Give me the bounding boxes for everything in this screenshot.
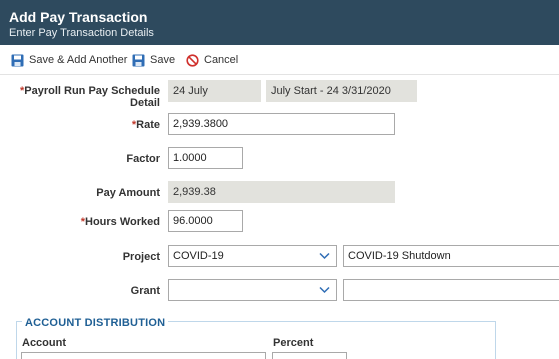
- percent-column-header: Percent: [273, 337, 314, 349]
- project-select[interactable]: COVID-19: [168, 245, 337, 267]
- grant-description-field[interactable]: [343, 279, 559, 301]
- factor-label: Factor: [126, 153, 160, 165]
- factor-input[interactable]: 1.0000: [168, 147, 243, 169]
- save-add-icon: [11, 54, 24, 66]
- save-icon: [132, 54, 145, 66]
- account-input[interactable]: [21, 352, 266, 359]
- project-label: Project: [122, 251, 160, 263]
- rate-label: *Rate: [131, 119, 160, 131]
- chevron-down-icon: [319, 286, 330, 294]
- toolbar: Save & Add Another Save Cancel: [0, 45, 559, 75]
- dialog-subtitle: Enter Pay Transaction Details: [9, 27, 154, 39]
- pay-amount-field: 2,939.38: [168, 181, 395, 203]
- cancel-icon: [186, 53, 199, 67]
- save-label: Save: [150, 54, 176, 66]
- rate-input[interactable]: 2,939.3800: [168, 113, 395, 135]
- percent-input[interactable]: [272, 352, 347, 359]
- hours-worked-input[interactable]: 96.0000: [168, 210, 243, 232]
- account-column-header: Account: [22, 337, 66, 349]
- grant-label: Grant: [130, 285, 160, 297]
- save-button[interactable]: Save: [132, 52, 175, 68]
- cancel-label: Cancel: [204, 54, 239, 66]
- cancel-button[interactable]: Cancel: [186, 52, 238, 68]
- chevron-down-icon: [319, 252, 330, 260]
- project-select-value: COVID-19: [173, 250, 224, 262]
- grant-select[interactable]: [168, 279, 337, 301]
- dialog-title: Add Pay Transaction: [9, 9, 148, 25]
- payroll-schedule-detail-field: July Start - 24 3/31/2020: [266, 80, 417, 102]
- dialog-header: Add Pay Transaction Enter Pay Transactio…: [0, 0, 559, 45]
- pay-amount-label: Pay Amount: [96, 187, 160, 199]
- account-distribution-title: ACCOUNT DISTRIBUTION: [22, 317, 169, 329]
- project-description-field[interactable]: COVID-19 Shutdown: [343, 245, 559, 267]
- payroll-schedule-field: 24 July: [168, 80, 261, 102]
- payroll-schedule-label: *Payroll Run Pay Schedule Detail: [20, 85, 160, 109]
- hours-worked-label: *Hours Worked: [80, 216, 160, 228]
- save-and-add-another-button[interactable]: Save & Add Another: [11, 52, 127, 68]
- save-and-add-another-label: Save & Add Another: [29, 54, 128, 66]
